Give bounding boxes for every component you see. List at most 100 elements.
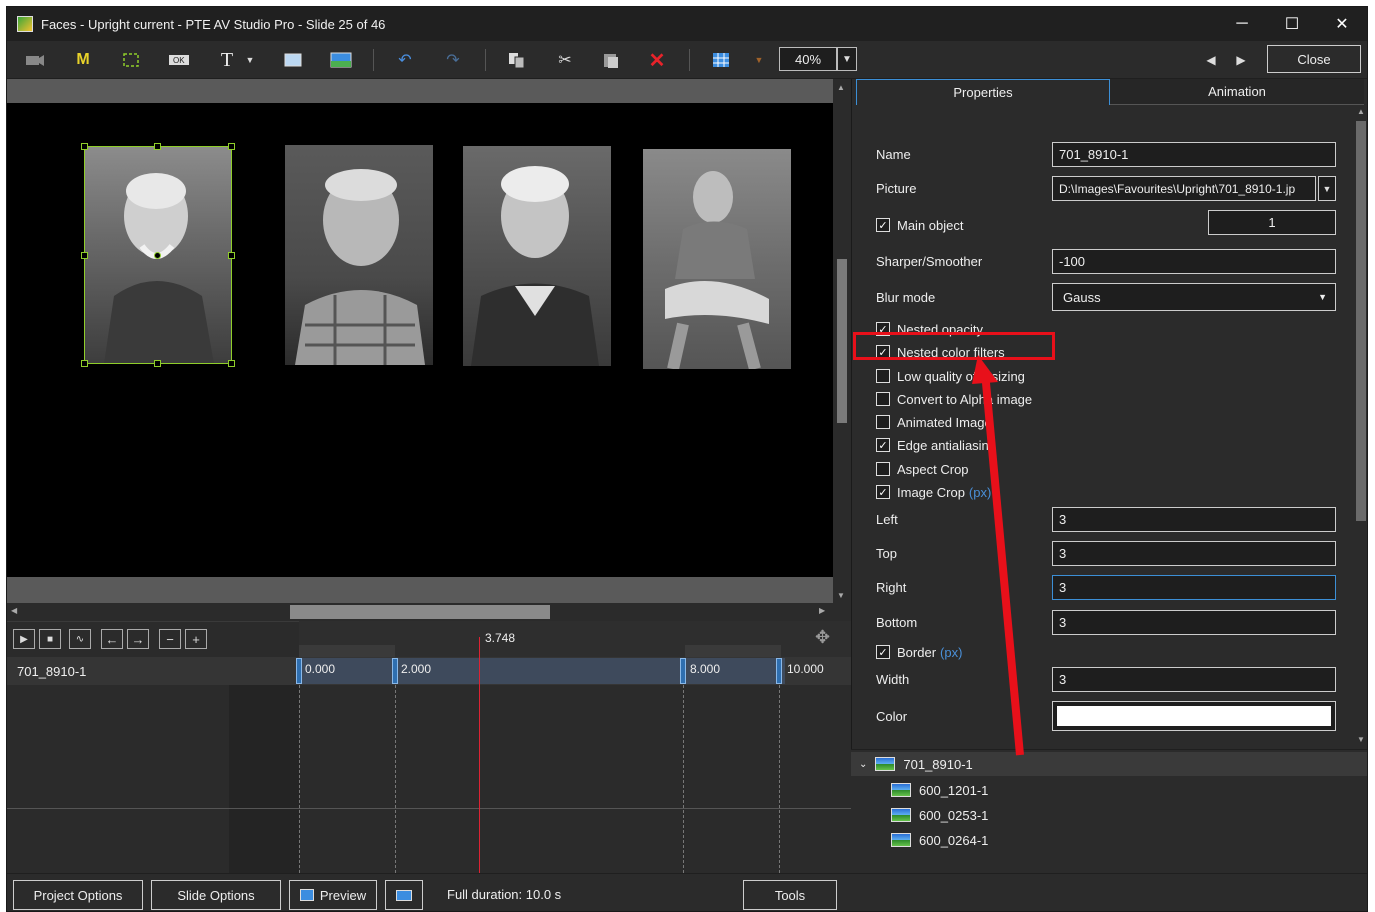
- scrollbar-thumb[interactable]: [290, 605, 550, 619]
- crop-top-field[interactable]: 3: [1052, 541, 1336, 566]
- mask-container-icon[interactable]: M: [71, 49, 95, 71]
- tree-item-root[interactable]: ⌄ 701_8910-1: [851, 752, 1367, 776]
- next-slide-icon[interactable]: ▶: [1231, 49, 1251, 71]
- checkbox-icon[interactable]: [876, 415, 890, 429]
- timeline-cursor[interactable]: [479, 637, 480, 873]
- add-keyframe-icon[interactable]: +: [185, 629, 207, 649]
- tree-item-child[interactable]: 600_1201-1: [891, 778, 988, 802]
- convert-alpha-checkbox[interactable]: Convert to Alpha image: [876, 390, 1032, 408]
- blur-mode-select[interactable]: Gauss ▼: [1052, 283, 1336, 311]
- tree-item-child[interactable]: 600_0264-1: [891, 828, 988, 852]
- chevron-down-icon[interactable]: ⌄: [859, 759, 867, 770]
- picture-dropdown-icon[interactable]: ▼: [1318, 176, 1336, 201]
- close-button[interactable]: Close: [1267, 45, 1361, 73]
- tree-item-child[interactable]: 600_0253-1: [891, 803, 988, 827]
- border-width-field[interactable]: 3: [1052, 667, 1336, 692]
- text-icon[interactable]: T: [215, 49, 239, 71]
- slide-canvas[interactable]: [7, 103, 833, 577]
- keyframe-marker[interactable]: [296, 658, 302, 684]
- canvas-vertical-scrollbar[interactable]: ▲ ▼: [833, 79, 851, 605]
- resize-handle[interactable]: [228, 143, 235, 150]
- previous-slide-icon[interactable]: ◀: [1201, 49, 1221, 71]
- preview-button[interactable]: Preview: [289, 880, 377, 910]
- crop-right-field[interactable]: 3: [1052, 575, 1336, 600]
- scroll-left-icon[interactable]: ◀: [11, 606, 17, 615]
- main-object-field[interactable]: 1: [1208, 210, 1336, 235]
- grid-icon[interactable]: [709, 49, 733, 71]
- border-color-field[interactable]: [1052, 701, 1336, 731]
- next-keyframe-icon[interactable]: →: [127, 629, 149, 649]
- project-options-button[interactable]: Project Options: [13, 880, 143, 910]
- slide-options-button[interactable]: Slide Options: [151, 880, 281, 910]
- low-quality-resizing-checkbox[interactable]: Low quality of resizing: [876, 367, 1025, 385]
- delete-icon[interactable]: ✕: [645, 49, 669, 72]
- resize-handle[interactable]: [154, 143, 161, 150]
- scrollbar-thumb[interactable]: [1356, 121, 1366, 521]
- undo-icon[interactable]: ↶: [393, 49, 417, 71]
- resize-handle[interactable]: [154, 360, 161, 367]
- frame-icon[interactable]: [119, 49, 143, 71]
- sharper-smoother-field[interactable]: -100: [1052, 249, 1336, 274]
- scroll-up-icon[interactable]: ▲: [1357, 107, 1365, 116]
- aspect-crop-checkbox[interactable]: Aspect Crop: [876, 460, 969, 478]
- checkbox-icon[interactable]: ✓: [876, 485, 890, 499]
- tab-animation[interactable]: Animation: [1110, 79, 1364, 105]
- edge-antialiasing-checkbox[interactable]: ✓ Edge antialiasing: [876, 436, 996, 454]
- text-dropdown-icon[interactable]: ▼: [243, 49, 257, 71]
- checkbox-icon[interactable]: ✓: [876, 218, 890, 232]
- tab-properties[interactable]: Properties: [856, 79, 1110, 105]
- resize-handle[interactable]: [228, 360, 235, 367]
- zoom-dropdown-icon[interactable]: ▼: [837, 47, 857, 71]
- photo-600-0264-1[interactable]: [643, 149, 791, 369]
- crop-bottom-field[interactable]: 3: [1052, 610, 1336, 635]
- redo-icon[interactable]: ↷: [441, 49, 465, 71]
- timeline-ruler[interactable]: 3.748 ✥: [299, 621, 851, 657]
- keyframe-marker[interactable]: [392, 658, 398, 684]
- button-object-icon[interactable]: OK: [167, 49, 191, 71]
- play-icon[interactable]: ▶: [13, 629, 35, 649]
- picture-field[interactable]: D:\Images\Favourites\Upright\701_8910-1.…: [1052, 176, 1316, 201]
- resize-handle[interactable]: [81, 143, 88, 150]
- slide-preview-button[interactable]: [385, 880, 423, 910]
- stop-icon[interactable]: ■: [39, 629, 61, 649]
- image-crop-checkbox[interactable]: ✓ Image Crop (px): [876, 483, 991, 501]
- scroll-up-icon[interactable]: ▲: [837, 83, 845, 92]
- crop-left-field[interactable]: 3: [1052, 507, 1336, 532]
- image-icon[interactable]: [329, 49, 353, 71]
- scroll-right-icon[interactable]: ▶: [819, 606, 825, 615]
- cut-icon[interactable]: ✂: [553, 49, 577, 71]
- rectangle-icon[interactable]: [281, 49, 305, 71]
- animated-image-checkbox[interactable]: Animated Image: [876, 413, 992, 431]
- maximize-button[interactable]: ☐: [1267, 7, 1317, 41]
- checkbox-icon[interactable]: [876, 462, 890, 476]
- resize-handle[interactable]: [228, 252, 235, 259]
- scrollbar-thumb[interactable]: [837, 259, 847, 423]
- rotation-center-handle[interactable]: [154, 252, 161, 259]
- scroll-down-icon[interactable]: ▼: [837, 591, 845, 600]
- canvas-horizontal-scrollbar[interactable]: ◀ ▶: [7, 603, 833, 621]
- color-swatch[interactable]: [1057, 706, 1331, 726]
- waveform-icon[interactable]: ∿: [69, 629, 91, 649]
- close-window-button[interactable]: ✕: [1317, 7, 1367, 41]
- checkbox-icon[interactable]: ✓: [876, 438, 890, 452]
- minimize-button[interactable]: ─: [1217, 7, 1267, 41]
- grid-dropdown-icon[interactable]: ▼: [747, 49, 771, 71]
- previous-keyframe-icon[interactable]: ←: [101, 629, 123, 649]
- main-object-checkbox[interactable]: ✓ Main object: [876, 216, 963, 234]
- keyframe-marker[interactable]: [776, 658, 782, 684]
- border-checkbox[interactable]: ✓ Border (px): [876, 643, 962, 661]
- copy-icon[interactable]: [505, 49, 529, 71]
- scroll-down-icon[interactable]: ▼: [1357, 735, 1365, 744]
- move-icon[interactable]: ✥: [815, 627, 830, 648]
- camera-icon[interactable]: [23, 49, 47, 71]
- checkbox-icon[interactable]: [876, 369, 890, 383]
- timeline-body[interactable]: [299, 685, 851, 873]
- properties-scrollbar[interactable]: ▲ ▼: [1353, 107, 1367, 747]
- delete-keyframe-icon[interactable]: −: [159, 629, 181, 649]
- resize-handle[interactable]: [81, 252, 88, 259]
- checkbox-icon[interactable]: [876, 392, 890, 406]
- name-field[interactable]: 701_8910-1: [1052, 142, 1336, 167]
- checkbox-icon[interactable]: ✓: [876, 645, 890, 659]
- resize-handle[interactable]: [81, 360, 88, 367]
- tools-button[interactable]: Tools: [743, 880, 837, 910]
